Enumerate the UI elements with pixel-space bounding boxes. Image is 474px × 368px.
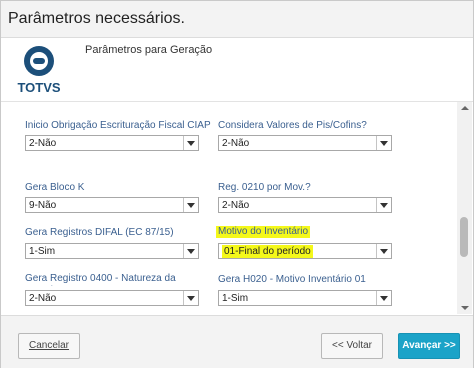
chevron-down-icon[interactable]: [183, 291, 198, 305]
select-motivo-inventario-value: 01-Final do período: [222, 245, 313, 258]
wizard-dialog: Parâmetros necessários. TOTVS Parâmetros…: [0, 0, 474, 368]
select-h020[interactable]: 1-Sim: [218, 290, 392, 306]
field-label-pis-cofins: Considera Valores de Pis/Cofins?: [218, 120, 367, 131]
chevron-down-icon[interactable]: [183, 136, 198, 150]
back-button[interactable]: << Voltar: [321, 333, 383, 359]
scroll-down-arrow-icon[interactable]: [457, 302, 472, 314]
select-h020-value: 1-Sim: [222, 293, 249, 304]
dialog-title: Parâmetros necessários.: [8, 10, 185, 27]
select-pis-cofins-value: 2-Não: [222, 138, 250, 149]
chevron-down-icon[interactable]: [376, 136, 391, 150]
field-label-h020: Gera H020 - Motivo Inventário 01: [218, 274, 366, 285]
scroll-up-arrow-icon[interactable]: [457, 102, 472, 114]
next-button[interactable]: Avançar >>: [398, 333, 460, 359]
parameters-panel: Inicio Obrigação Escrituração Fiscal CIA…: [1, 102, 457, 314]
select-reg-0210[interactable]: 2-Não: [218, 197, 392, 213]
field-label-reg-0210: Reg. 0210 por Mov.?: [218, 182, 311, 193]
select-bloco-k[interactable]: 9-Não: [25, 197, 199, 213]
select-difal[interactable]: 1-Sim: [25, 243, 199, 259]
dialog-header: TOTVS Parâmetros para Geração: [1, 38, 473, 102]
chevron-down-icon[interactable]: [376, 198, 391, 212]
scrollbar-thumb[interactable]: [460, 217, 468, 257]
chevron-down-icon[interactable]: [183, 244, 198, 258]
select-ciap[interactable]: 2-Não: [25, 135, 199, 151]
title-bar: Parâmetros necessários.: [1, 1, 473, 38]
field-label-difal: Gera Registros DIFAL (EC 87/15): [25, 227, 174, 238]
select-reg-0210-value: 2-Não: [222, 200, 250, 211]
chevron-down-icon[interactable]: [183, 198, 198, 212]
select-motivo-inventario[interactable]: 01-Final do período: [218, 243, 392, 259]
dialog-footer: Cancelar << Voltar Avançar >>: [1, 315, 473, 368]
field-label-bloco-k: Gera Bloco K: [25, 182, 85, 193]
field-label-ciap: Inicio Obrigação Escrituração Fiscal CIA…: [25, 120, 211, 131]
select-registro-0400-value: 2-Não: [29, 293, 57, 304]
select-pis-cofins[interactable]: 2-Não: [218, 135, 392, 151]
vertical-scrollbar[interactable]: [457, 102, 472, 314]
select-registro-0400[interactable]: 2-Não: [25, 290, 199, 306]
field-label-motivo-inventario: Motivo do Inventário: [216, 226, 311, 238]
chevron-down-icon[interactable]: [376, 291, 391, 305]
select-difal-value: 1-Sim: [29, 246, 56, 257]
select-bloco-k-value: 9-Não: [29, 200, 57, 211]
totvs-logo: TOTVS: [17, 46, 61, 95]
chevron-down-icon[interactable]: [376, 244, 391, 258]
field-label-registro-0400: Gera Registro 0400 - Natureza da Oper./ …: [25, 273, 176, 286]
header-subtitle: Parâmetros para Geração: [85, 44, 213, 56]
select-ciap-value: 2-Não: [29, 138, 57, 149]
cancel-button[interactable]: Cancelar: [18, 333, 80, 359]
logo-text: TOTVS: [17, 80, 60, 95]
